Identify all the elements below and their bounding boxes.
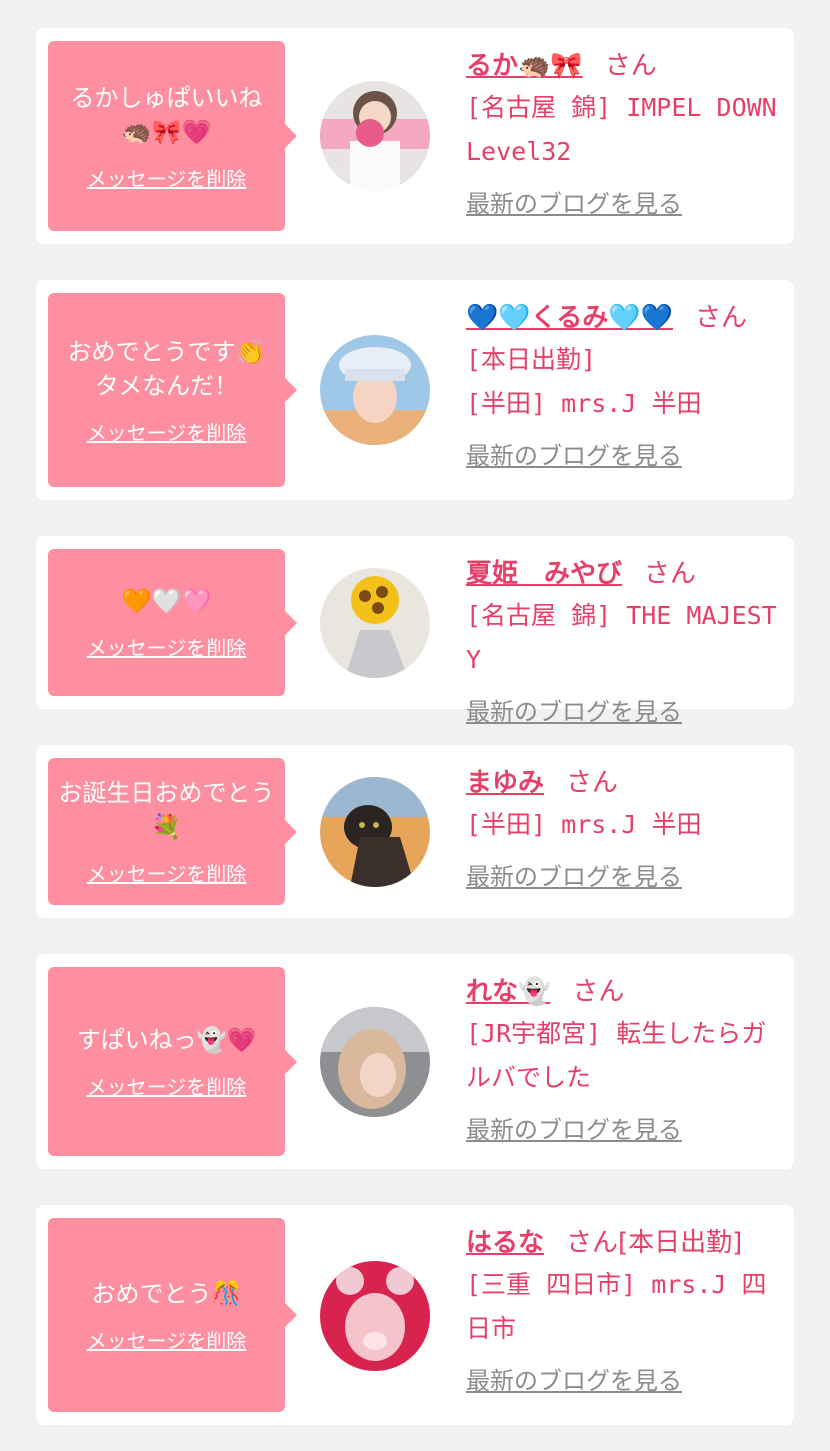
honorific: さん xyxy=(566,1228,619,1258)
cast-name-line: まゆみ さん xyxy=(466,763,786,803)
message-card: るかしゅぱいいね🦔🎀💗 メッセージを削除 るか🦔🎀 さん [名古屋 錦] IMPE… xyxy=(36,28,794,244)
cast-name-link[interactable]: はるな xyxy=(466,1228,544,1258)
delete-message-link[interactable]: メッセージを削除 xyxy=(87,632,247,661)
latest-blog-link[interactable]: 最新のブログを見る xyxy=(466,1110,682,1145)
cast-name-line: 夏姫 みやび さん xyxy=(466,554,786,594)
message-text: お誕生日おめでとう💐 xyxy=(58,779,275,841)
avatar[interactable] xyxy=(320,1007,430,1117)
message-card: お誕生日おめでとう💐 メッセージを削除 まゆみ さん [半田] mrs.J 半田 … xyxy=(36,745,794,918)
delete-message-link[interactable]: メッセージを削除 xyxy=(87,417,247,446)
delete-message-link[interactable]: メッセージを削除 xyxy=(87,858,247,887)
avatar[interactable] xyxy=(320,777,430,887)
message-bubble: おめでとう🎊 メッセージを削除 xyxy=(48,1218,297,1412)
cast-info: るか🦔🎀 さん [名古屋 錦] IMPEL DOWN Level32 最新のブログ… xyxy=(466,46,786,219)
cast-name-link[interactable]: れな👻 xyxy=(466,977,550,1007)
message-text: おめでとうです👏タメなんだ！ xyxy=(67,337,266,400)
message-bubble: お誕生日おめでとう💐 メッセージを削除 xyxy=(48,758,297,905)
shop-info: [名古屋 錦] THE MAJESTY xyxy=(466,601,777,674)
cast-name-link[interactable]: 夏姫 みやび xyxy=(466,559,622,589)
cast-name-link[interactable]: 💙🩵くるみ🩵💙 xyxy=(466,303,673,333)
cast-name-link[interactable]: るか🦔🎀 xyxy=(466,51,583,81)
latest-blog-link[interactable]: 最新のブログを見る xyxy=(466,184,682,219)
delete-message-link[interactable]: メッセージを削除 xyxy=(87,1325,247,1354)
latest-blog-link[interactable]: 最新のブログを見る xyxy=(466,692,682,727)
cast-name-line: れな👻 さん xyxy=(466,972,786,1012)
message-text: 🧡🤍🩷 xyxy=(121,587,212,615)
message-bubble: るかしゅぱいいね🦔🎀💗 メッセージを削除 xyxy=(48,41,297,231)
message-bubble: おめでとうです👏タメなんだ！ メッセージを削除 xyxy=(48,293,297,487)
cast-name-line: るか🦔🎀 さん xyxy=(466,46,786,86)
message-card: おめでとうです👏タメなんだ！ メッセージを削除 💙🩵くるみ🩵💙 さん [本日出勤]… xyxy=(36,280,794,500)
shop-info: [三重 四日市] mrs.J 四日市 xyxy=(466,1270,767,1343)
cast-name-line: 💙🩵くるみ🩵💙 さん xyxy=(466,298,786,338)
latest-blog-link[interactable]: 最新のブログを見る xyxy=(466,857,682,892)
cast-name-line: はるな さん[本日出勤] xyxy=(466,1223,786,1263)
cast-info: 💙🩵くるみ🩵💙 さん [本日出勤] [半田] mrs.J 半田 最新のブログを見る xyxy=(466,298,786,471)
latest-blog-link[interactable]: 最新のブログを見る xyxy=(466,436,682,471)
avatar[interactable] xyxy=(320,335,430,445)
status-info: [本日出勤] xyxy=(466,345,597,374)
honorific: さん xyxy=(694,303,747,333)
delete-message-link[interactable]: メッセージを削除 xyxy=(87,1071,247,1100)
message-text: おめでとう🎊 xyxy=(91,1279,242,1308)
cast-info: はるな さん[本日出勤] [三重 四日市] mrs.J 四日市 最新のブログを見る xyxy=(466,1223,786,1396)
honorific: さん xyxy=(566,768,619,798)
honorific: さん xyxy=(572,977,625,1007)
message-text: すぱいねっ👻💗 xyxy=(76,1026,257,1054)
message-card: 🧡🤍🩷 メッセージを削除 夏姫 みやび さん [名古屋 錦] THE MAJEST… xyxy=(36,536,794,726)
honorific: さん xyxy=(644,559,697,589)
message-bubble: 🧡🤍🩷 メッセージを削除 xyxy=(48,549,297,696)
shop-info: [JR宇都宮] 転生したらガルバでした xyxy=(466,1019,767,1092)
honorific: さん xyxy=(604,51,657,81)
message-list: るかしゅぱいいね🦔🎀💗 メッセージを削除 るか🦔🎀 さん [名古屋 錦] IMPE… xyxy=(0,0,830,1451)
avatar[interactable] xyxy=(320,1261,430,1371)
shop-info: [半田] mrs.J 半田 xyxy=(466,389,702,418)
message-card: すぱいねっ👻💗 メッセージを削除 れな👻 さん [JR宇都宮] 転生したらガルバで… xyxy=(36,954,794,1169)
cast-info: れな👻 さん [JR宇都宮] 転生したらガルバでした 最新のブログを見る xyxy=(466,972,786,1145)
avatar[interactable] xyxy=(320,81,430,191)
shop-info: [名古屋 錦] IMPEL DOWN Level32 xyxy=(466,93,777,166)
shop-info: [半田] mrs.J 半田 xyxy=(466,810,702,839)
message-text: るかしゅぱいいね🦔🎀💗 xyxy=(70,83,263,146)
status-info: [本日出勤] xyxy=(618,1228,743,1258)
message-bubble: すぱいねっ👻💗 メッセージを削除 xyxy=(48,967,297,1156)
latest-blog-link[interactable]: 最新のブログを見る xyxy=(466,1361,682,1396)
cast-name-link[interactable]: まゆみ xyxy=(466,768,544,798)
message-card: おめでとう🎊 メッセージを削除 はるな さん[本日出勤] [三重 四日市] mrs… xyxy=(36,1205,794,1425)
cast-info: まゆみ さん [半田] mrs.J 半田 最新のブログを見る xyxy=(466,763,786,892)
delete-message-link[interactable]: メッセージを削除 xyxy=(87,163,247,192)
cast-info: 夏姫 みやび さん [名古屋 錦] THE MAJESTY 最新のブログを見る xyxy=(466,554,786,727)
avatar[interactable] xyxy=(320,568,430,678)
